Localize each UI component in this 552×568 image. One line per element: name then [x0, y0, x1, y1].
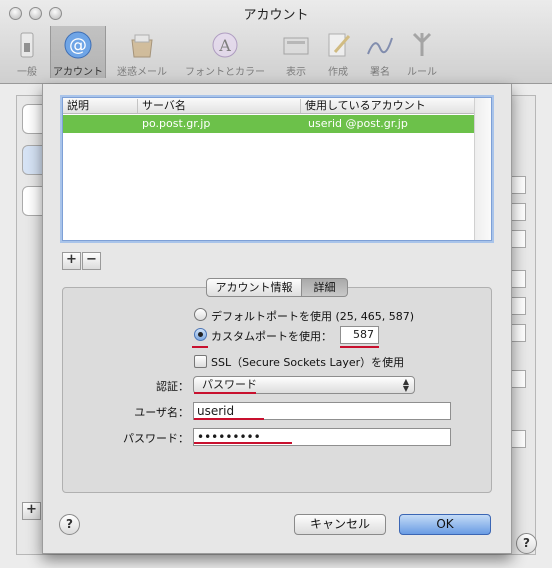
toolbar-label-fonts-colors: フォントとカラー — [185, 67, 265, 78]
background-add-button[interactable]: + — [22, 502, 41, 520]
username-label: ユーザ名： — [134, 406, 189, 419]
annotation-underline — [192, 346, 208, 348]
rules-icon — [412, 32, 432, 56]
popup-arrows-icon: ▲ ▼ — [402, 377, 409, 393]
toolbar-label-accounts: アカウント — [53, 67, 103, 78]
svg-text:@: @ — [69, 35, 87, 56]
toolbar-item-junk[interactable]: 迷惑メール — [114, 26, 170, 78]
cell-account: userid @post.gr.jp — [308, 117, 408, 130]
cell-server: po.post.gr.jp — [142, 117, 211, 130]
auth-label: 認証： — [156, 380, 189, 393]
ssl-label: SSL（Secure Sockets Layer）を使用 — [211, 356, 405, 369]
auth-method-value: パスワード — [202, 378, 257, 391]
add-server-button[interactable]: + — [62, 252, 81, 270]
toolbar-item-general[interactable]: 一般 — [0, 26, 55, 78]
at-sign-icon: @ — [64, 31, 92, 59]
custom-port-field[interactable]: 587 — [340, 326, 379, 344]
column-header-server[interactable]: サーバ名 — [137, 99, 300, 113]
column-header-account[interactable]: 使用しているアカウント — [300, 99, 453, 113]
toolbar-item-fonts-colors[interactable]: A フォントとカラー — [182, 26, 268, 78]
toolbar-label-junk: 迷惑メール — [117, 67, 167, 78]
window-title: アカウント — [243, 8, 309, 23]
tab-advanced[interactable]: 詳細 — [302, 278, 348, 297]
table-scrollbar[interactable] — [474, 98, 491, 240]
annotation-underline — [194, 392, 256, 394]
table-row[interactable]: po.post.gr.jp userid @post.gr.jp — [63, 115, 474, 133]
window-titlebar: アカウント 一般 @ アカウント 迷惑メール A フォントとカラー 表示 作成 … — [0, 0, 552, 84]
password-label: パスワード： — [123, 432, 189, 445]
table-header: 説明 サーバ名 使用しているアカウント — [63, 98, 491, 114]
junk-mail-icon — [131, 34, 153, 58]
annotation-underline — [194, 418, 264, 420]
remove-server-button[interactable]: − — [82, 252, 101, 270]
background-help-button[interactable]: ? — [516, 533, 537, 554]
toolbar-item-accounts[interactable]: @ アカウント — [50, 26, 106, 78]
annotation-underline — [194, 442, 292, 444]
signature-icon — [367, 37, 393, 55]
switch-icon — [20, 32, 34, 58]
tab-account-info[interactable]: アカウント情報 — [206, 278, 302, 297]
composing-icon — [328, 33, 351, 57]
annotation-underline — [340, 346, 379, 348]
smtp-server-table[interactable]: 説明 サーバ名 使用しているアカウント po.post.gr.jp userid… — [62, 97, 492, 241]
viewing-icon — [283, 37, 309, 55]
server-settings-sheet: 説明 サーバ名 使用しているアカウント po.post.gr.jp userid… — [42, 84, 512, 554]
default-ports-radio[interactable] — [194, 308, 207, 321]
help-button[interactable]: ? — [59, 514, 80, 535]
ssl-checkbox[interactable] — [194, 355, 207, 368]
fonts-colors-icon: A — [212, 32, 238, 58]
ok-button[interactable]: OK — [399, 514, 491, 535]
default-ports-label: デフォルトポートを使用 (25, 465, 587) — [211, 310, 415, 323]
toolbar-label-rules: ルール — [407, 67, 437, 78]
cancel-button[interactable]: キャンセル — [294, 514, 386, 535]
toolbar-label-general: 一般 — [17, 67, 37, 78]
column-header-description[interactable]: 説明 — [63, 99, 89, 113]
toolbar-item-rules[interactable]: ルール — [394, 26, 450, 78]
svg-text:A: A — [218, 36, 231, 55]
custom-port-radio[interactable] — [194, 328, 207, 341]
custom-port-label: カスタムポートを使用： — [211, 330, 332, 343]
